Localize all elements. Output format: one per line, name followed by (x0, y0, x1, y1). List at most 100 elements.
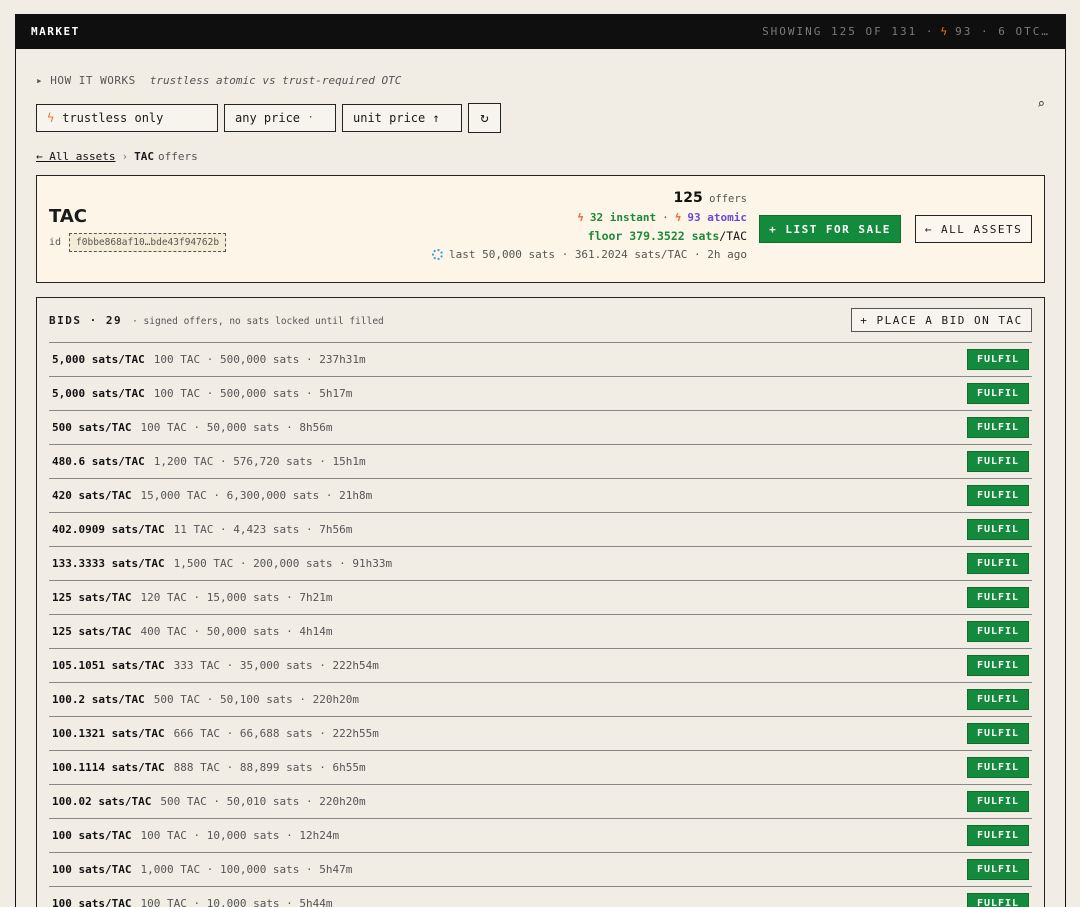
sort-select[interactable]: unit price ↑ (342, 104, 462, 132)
fulfil-button[interactable]: FULFIL (967, 553, 1029, 574)
fulfil-button[interactable]: FULFIL (967, 349, 1029, 370)
offers-count: 125 (673, 190, 703, 206)
bid-info: 125 sats/TAC 120 TAC · 15,000 sats · 7h21… (52, 591, 333, 604)
showing-count: SHOWING 125 OF 131 · ϟ 93 · 6 OTC… (762, 25, 1050, 38)
bid-detail: 11 TAC · 4,423 sats · 7h56m (173, 523, 353, 536)
bid-row: 5,000 sats/TAC 100 TAC · 500,000 sats · 2… (49, 343, 1032, 377)
bid-info: 100 sats/TAC 1,000 TAC · 100,000 sats · 5… (52, 863, 352, 876)
bid-price: 100.1114 sats/TAC (52, 761, 165, 774)
bids-title: BIDS · 29 (49, 313, 123, 327)
bid-info: 133.3333 sats/TAC 1,500 TAC · 200,000 sat… (52, 557, 392, 570)
bid-info: 100.1321 sats/TAC 666 TAC · 66,688 sats ·… (52, 727, 379, 740)
search-icon[interactable]: ⌕ (1037, 97, 1045, 112)
bid-row: 100 sats/TAC 1,000 TAC · 100,000 sats · 5… (49, 853, 1032, 887)
fulfil-button[interactable]: FULFIL (967, 417, 1029, 438)
bid-detail: 100 TAC · 10,000 sats · 12h24m (140, 829, 340, 842)
bid-info: 100.02 sats/TAC 500 TAC · 50,010 sats · 2… (52, 795, 366, 808)
bid-info: 100 sats/TAC 100 TAC · 10,000 sats · 12h2… (52, 829, 339, 842)
bolt-icon: ϟ (47, 111, 55, 125)
fulfil-button[interactable]: FULFIL (967, 655, 1029, 676)
trustless-only-toggle[interactable]: ϟ trustless only (36, 104, 218, 132)
bid-row: 100 sats/TAC 100 TAC · 10,000 sats · 5h44… (49, 887, 1032, 907)
asset-id-value[interactable]: f0bbe868af10…bde43f94762b (69, 233, 227, 252)
bids-panel: BIDS · 29 · signed offers, no sats locke… (36, 297, 1045, 907)
bid-price: 100.02 sats/TAC (52, 795, 152, 808)
place-bid-button[interactable]: + PLACE A BID ON TAC (851, 308, 1032, 332)
bid-price: 105.1051 sats/TAC (52, 659, 165, 672)
bid-price: 420 sats/TAC (52, 489, 132, 502)
fulfil-button[interactable]: FULFIL (967, 791, 1029, 812)
bid-detail: 888 TAC · 88,899 sats · 6h55m (173, 761, 366, 774)
fulfil-button[interactable]: FULFIL (967, 757, 1029, 778)
fulfil-button[interactable]: FULFIL (967, 485, 1029, 506)
bid-row: 420 sats/TAC 15,000 TAC · 6,300,000 sats … (49, 479, 1032, 513)
list-for-sale-button[interactable]: + LIST FOR SALE (759, 215, 901, 243)
asset-id: id f0bbe868af10…bde43f94762b (49, 233, 227, 252)
separator-dot: · (662, 211, 669, 224)
bid-detail: 400 TAC · 50,000 sats · 4h14m (140, 625, 333, 638)
fulfil-button[interactable]: FULFIL (967, 383, 1029, 404)
bid-info: 420 sats/TAC 15,000 TAC · 6,300,000 sats … (52, 489, 372, 502)
fulfil-button[interactable]: FULFIL (967, 723, 1029, 744)
breadcrumb: ← All assets › TAC offers (36, 150, 1045, 163)
bid-price: 125 sats/TAC (52, 591, 132, 604)
bid-detail: 100 TAC · 500,000 sats · 237h31m (153, 353, 366, 366)
refresh-button[interactable]: ↻ (468, 103, 501, 133)
fulfil-button[interactable]: FULFIL (967, 689, 1029, 710)
spinner-icon (431, 249, 443, 260)
top-bar: MARKET SHOWING 125 OF 131 · ϟ 93 · 6 OTC… (16, 14, 1065, 49)
price-filter-select[interactable]: any price · (224, 104, 336, 132)
bolt-icon: ϟ (577, 211, 584, 224)
fulfil-button[interactable]: FULFIL (967, 859, 1029, 880)
bid-price: 133.3333 sats/TAC (52, 557, 165, 570)
bid-row: 100 sats/TAC 100 TAC · 10,000 sats · 12h2… (49, 819, 1032, 853)
bids-note: · signed offers, no sats locked until fi… (132, 315, 384, 327)
all-assets-button[interactable]: ← ALL ASSETS (915, 215, 1032, 243)
bid-row: 100.2 sats/TAC 500 TAC · 50,100 sats · 22… (49, 683, 1032, 717)
bolt-icon: ϟ (940, 25, 950, 38)
bid-info: 480.6 sats/TAC 1,200 TAC · 576,720 sats ·… (52, 455, 366, 468)
fulfil-button[interactable]: FULFIL (967, 893, 1029, 907)
bid-detail: 666 TAC · 66,688 sats · 222h55m (173, 727, 379, 740)
fulfil-button[interactable]: FULFIL (967, 519, 1029, 540)
bid-price: 402.0909 sats/TAC (52, 523, 165, 536)
bid-price: 100.1321 sats/TAC (52, 727, 165, 740)
bid-detail: 500 TAC · 50,100 sats · 220h20m (153, 693, 360, 706)
bid-detail: 100 TAC · 500,000 sats · 5h17m (153, 387, 353, 400)
how-it-works-toggle[interactable]: ▸ HOW IT WORKS (36, 74, 136, 87)
bids-header: BIDS · 29 · signed offers, no sats locke… (49, 298, 1032, 343)
bid-price: 100 sats/TAC (52, 863, 132, 876)
bid-info: 105.1051 sats/TAC 333 TAC · 35,000 sats ·… (52, 659, 379, 672)
fulfil-button[interactable]: FULFIL (967, 621, 1029, 642)
bid-row: 125 sats/TAC 400 TAC · 50,000 sats · 4h14… (49, 615, 1032, 649)
bid-price: 100.2 sats/TAC (52, 693, 145, 706)
bid-row: 500 sats/TAC 100 TAC · 50,000 sats · 8h56… (49, 411, 1032, 445)
bid-row: 100.1321 sats/TAC 666 TAC · 66,688 sats ·… (49, 717, 1032, 751)
bid-price: 100 sats/TAC (52, 897, 132, 907)
bid-info: 5,000 sats/TAC 100 TAC · 500,000 sats · 5… (52, 387, 352, 400)
refresh-icon: ↻ (480, 110, 489, 126)
bid-detail: 500 TAC · 50,010 sats · 220h20m (160, 795, 366, 808)
instant-count: 32 instant (589, 211, 657, 224)
breadcrumb-separator: › (121, 150, 129, 163)
fulfil-button[interactable]: FULFIL (967, 587, 1029, 608)
bid-info: 500 sats/TAC 100 TAC · 50,000 sats · 8h56… (52, 421, 333, 434)
breadcrumb-suffix: offers (157, 150, 198, 163)
page-title: MARKET (31, 25, 80, 38)
bid-price: 5,000 sats/TAC (52, 353, 145, 366)
bid-price: 125 sats/TAC (52, 625, 132, 638)
all-assets-link[interactable]: ← All assets (36, 150, 115, 163)
filter-bar: ϟ trustless only any price · unit price … (36, 97, 1045, 133)
bid-price: 480.6 sats/TAC (52, 455, 145, 468)
bid-row: 5,000 sats/TAC 100 TAC · 500,000 sats · 5… (49, 377, 1032, 411)
fulfil-button[interactable]: FULFIL (967, 451, 1029, 472)
bid-list: 5,000 sats/TAC 100 TAC · 500,000 sats · 2… (49, 343, 1032, 907)
floor-price: floor 379.3522 sats (587, 229, 720, 243)
bid-row: 125 sats/TAC 120 TAC · 15,000 sats · 7h21… (49, 581, 1032, 615)
bid-detail: 333 TAC · 35,000 sats · 222h54m (173, 659, 379, 672)
bid-detail: 15,000 TAC · 6,300,000 sats · 21h8m (140, 489, 373, 502)
bid-detail: 1,000 TAC · 100,000 sats · 5h47m (140, 863, 353, 876)
atomic-count: 93 atomic (687, 211, 747, 224)
fulfil-button[interactable]: FULFIL (967, 825, 1029, 846)
asset-stats: 125 offers ϟ 32 instant · ϟ 93 atomic fl… (431, 190, 747, 261)
